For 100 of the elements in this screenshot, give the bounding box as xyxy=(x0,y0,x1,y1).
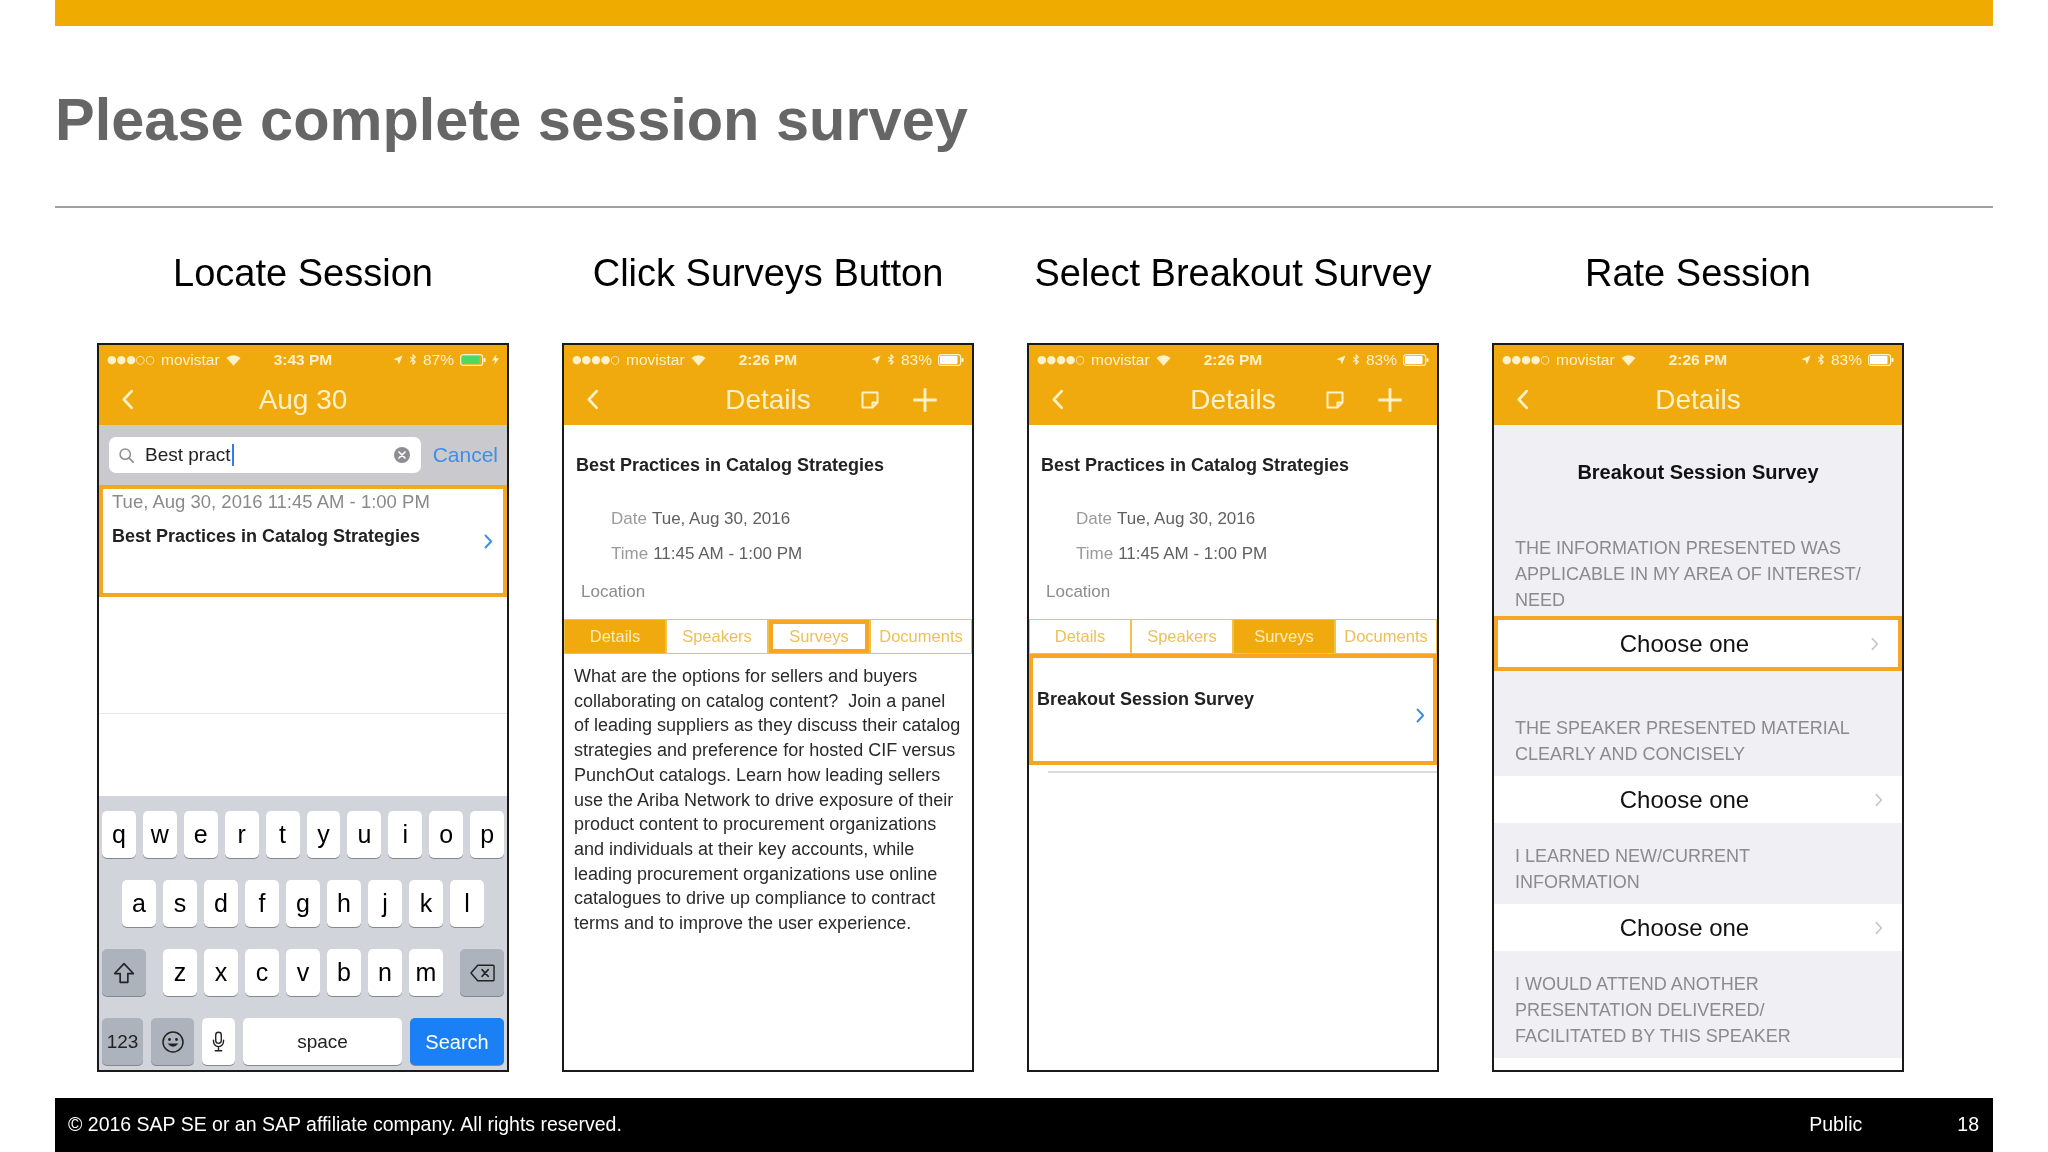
keyboard-key[interactable]: g xyxy=(286,880,320,927)
session-title: Best Practices in Catalog Strategies xyxy=(576,454,885,476)
keyboard-key[interactable]: m xyxy=(409,949,443,996)
battery-percentage: 87% xyxy=(422,351,454,368)
keyboard-key[interactable]: l xyxy=(450,880,484,927)
keyboard-key[interactable]: s xyxy=(163,880,197,927)
location-arrow-icon xyxy=(392,354,403,365)
keyboard-key[interactable]: i xyxy=(388,811,423,858)
keyboard-key[interactable]: y xyxy=(306,811,341,858)
battery-percentage: 83% xyxy=(1365,351,1397,368)
classification-label: Public xyxy=(1809,1112,1863,1138)
carrier-name: movistar xyxy=(161,351,220,368)
microphone-icon xyxy=(212,1031,225,1052)
field-label: Date xyxy=(1076,509,1112,529)
bluetooth-icon xyxy=(1351,353,1360,366)
field-value: 11:45 AM - 1:00 PM xyxy=(653,544,803,564)
page-number: 18 xyxy=(1957,1112,1979,1138)
space-key[interactable]: space xyxy=(243,1018,402,1065)
wifi-icon xyxy=(690,353,706,366)
emoji-key[interactable] xyxy=(151,1018,194,1065)
keyboard-key[interactable]: c xyxy=(245,949,279,996)
chevron-right-icon xyxy=(1875,920,1883,935)
keyboard-key[interactable]: x xyxy=(204,949,238,996)
answer-picker[interactable]: Choose one xyxy=(1494,904,1902,951)
search-icon xyxy=(119,447,134,463)
session-title: Best Practices in Catalog Strategies xyxy=(1041,454,1350,476)
plus-icon[interactable] xyxy=(912,386,938,413)
keyboard-key[interactable]: e xyxy=(183,811,218,858)
field-label: Time xyxy=(611,544,649,564)
keyboard-key[interactable]: q xyxy=(101,811,136,858)
keyboard-key[interactable]: b xyxy=(327,949,361,996)
bluetooth-icon xyxy=(408,353,417,366)
question-label: I WOULD ATTEND ANOTHER PRESENTATION DELIVERED/FACILITATED BY THIS SPEAKER xyxy=(1515,973,1792,1048)
wifi-icon xyxy=(1155,353,1171,366)
chevron-right-icon xyxy=(1875,792,1883,807)
location-arrow-icon xyxy=(870,354,881,365)
location-label: Location xyxy=(581,582,646,602)
nav-title: Details xyxy=(1190,382,1276,417)
location-arrow-icon xyxy=(1335,354,1346,365)
keyboard-key[interactable]: j xyxy=(368,880,402,927)
field-label: Time xyxy=(1076,544,1114,564)
status-time: 2:26 PM xyxy=(1203,351,1263,368)
nav-title: Aug 30 xyxy=(258,382,348,417)
backspace-icon xyxy=(469,963,495,982)
keyboard-key[interactable]: z xyxy=(163,949,197,996)
status-time: 2:26 PM xyxy=(738,351,798,368)
keyboard-key[interactable]: u xyxy=(347,811,382,858)
answer-picker[interactable]: Choose one xyxy=(1494,616,1902,671)
nav-title: Details xyxy=(1655,382,1741,417)
smiley-icon xyxy=(161,1030,184,1053)
signal-strength-dots: ●●●●○ xyxy=(1037,354,1085,365)
search-key[interactable]: Search xyxy=(410,1018,504,1065)
battery-percentage: 83% xyxy=(900,351,932,368)
keyboard-key[interactable]: f xyxy=(245,880,279,927)
note-icon[interactable] xyxy=(1326,390,1344,409)
field-value: Tue, Aug 30, 2016 xyxy=(1116,509,1256,529)
keyboard-key[interactable]: k xyxy=(409,880,443,927)
answer-picker[interactable]: Choose one xyxy=(1494,776,1902,823)
keyboard-key[interactable]: r xyxy=(224,811,259,858)
location-label: Location xyxy=(1046,582,1111,602)
keyboard-key[interactable]: d xyxy=(204,880,238,927)
plus-icon[interactable] xyxy=(1377,386,1403,413)
note-icon[interactable] xyxy=(861,390,879,409)
bluetooth-icon xyxy=(886,353,895,366)
status-time: 3:43 PM xyxy=(273,351,333,368)
chevron-left-icon[interactable] xyxy=(586,389,599,410)
dictation-key[interactable] xyxy=(202,1018,235,1065)
carrier-name: movistar xyxy=(626,351,685,368)
chevron-left-icon[interactable] xyxy=(121,389,134,410)
keyboard-key[interactable]: a xyxy=(122,880,156,927)
copyright-text: © 2016 SAP SE or an SAP affiliate company. All rights reserved. xyxy=(68,1112,622,1138)
survey-list-item[interactable]: Breakout Session Survey xyxy=(1029,654,1437,765)
survey-title: Breakout Session Survey xyxy=(1577,460,1819,484)
session-description: What are the options for sellers and buyers collaborating on catalog content? Join a panel of leading suppliers as they discuss their catalog strategies and preference for hosted CIF versus PunchOut catalogs. Learn how leading sellers use the Ariba Network to drive exposure of their product content to procurement organizations and individuals at their key accounts, while leading procurement organizations use online catalogues to drive up compliance to contract terms and to improve the user experience. xyxy=(573,665,962,936)
numbers-key[interactable]: 123 xyxy=(102,1018,143,1065)
keyboard-key[interactable]: t xyxy=(265,811,300,858)
delete-key[interactable] xyxy=(460,949,504,996)
keyboard-key[interactable]: v xyxy=(286,949,320,996)
keyboard-key[interactable]: h xyxy=(327,880,361,927)
signal-strength-dots: ●●●●○ xyxy=(1502,354,1550,365)
search-result-row[interactable]: Tue, Aug 30, 2016 11:45 AM - 1:00 PM Best Practices in Catalog Strategies xyxy=(99,485,507,597)
step-heading: Locate Session xyxy=(173,251,433,295)
keyboard-key[interactable]: w xyxy=(142,811,177,858)
question-label: I LEARNED NEW/CURRENT INFORMATION xyxy=(1515,845,1751,894)
keyboard-key[interactable]: n xyxy=(368,949,402,996)
step-heading: Click Surveys Button xyxy=(592,251,944,295)
field-value: 11:45 AM - 1:00 PM xyxy=(1118,544,1268,564)
chevron-left-icon[interactable] xyxy=(1051,389,1064,410)
step-heading: Rate Session xyxy=(1585,251,1811,295)
result-datetime: Tue, Aug 30, 2016 11:45 AM - 1:00 PM xyxy=(112,492,430,512)
survey-title: Breakout Session Survey xyxy=(1037,688,1255,711)
keyboard-key[interactable]: o xyxy=(429,811,464,858)
signal-strength-dots: ●●●●○ xyxy=(572,354,620,365)
battery-percentage: 83% xyxy=(1830,351,1862,368)
search-field[interactable]: Best pract xyxy=(109,437,421,473)
shift-key[interactable] xyxy=(102,949,146,996)
field-label: Date xyxy=(611,509,647,529)
chevron-left-icon[interactable] xyxy=(1516,389,1529,410)
keyboard-key[interactable]: p xyxy=(470,811,505,858)
clear-icon[interactable] xyxy=(393,447,410,463)
